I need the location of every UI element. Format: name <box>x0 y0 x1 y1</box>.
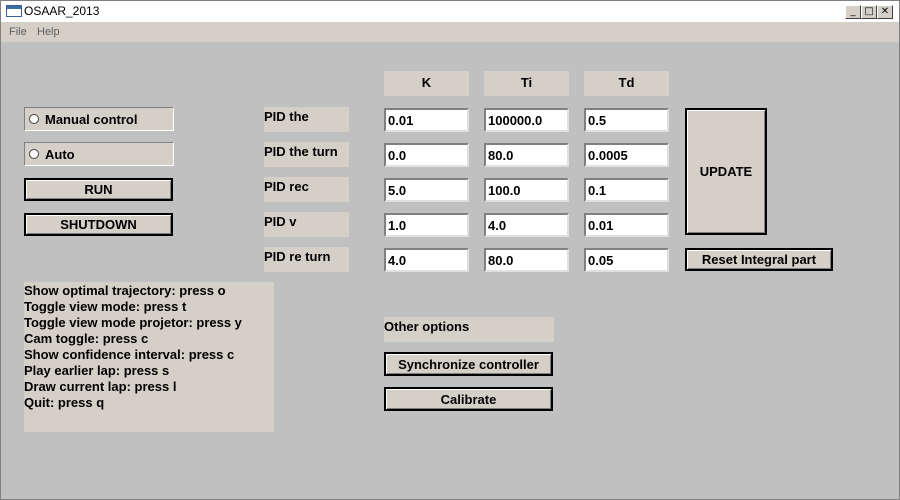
pid-re-turn-ti-input[interactable]: 80.0 <box>484 248 569 272</box>
pid-label-the-turn: PID the turn <box>264 142 349 167</box>
pid-label-re-turn: PID re turn <box>264 247 349 272</box>
help-line: Show optimal trajectory: press o <box>24 283 226 298</box>
keyboard-help-panel: Show optimal trajectory: press o Toggle … <box>24 282 274 432</box>
calibrate-button[interactable]: Calibrate <box>384 387 553 411</box>
pid-the-td-input[interactable]: 0.5 <box>584 108 669 132</box>
help-line: Cam toggle: press c <box>24 331 149 346</box>
pid-the-turn-k-input[interactable]: 0.0 <box>384 143 469 167</box>
window-title: OSAAR_2013 <box>24 4 100 18</box>
header-k: K <box>384 71 469 96</box>
help-line: Show confidence interval: press c <box>24 347 235 362</box>
reset-integral-button[interactable]: Reset Integral part <box>685 248 833 271</box>
menu-bar: File Help <box>0 23 900 42</box>
pid-rec-k-input[interactable]: 5.0 <box>384 178 469 202</box>
pid-the-k-input[interactable]: 0.01 <box>384 108 469 132</box>
manual-control-radio[interactable]: Manual control <box>24 107 174 131</box>
auto-label: Auto <box>45 147 75 162</box>
help-line: Play earlier lap: press s <box>24 363 170 378</box>
other-options-label: Other options <box>384 317 554 342</box>
menu-help[interactable]: Help <box>37 26 60 38</box>
help-line: Toggle view mode: press t <box>24 299 187 314</box>
pid-rec-ti-input[interactable]: 100.0 <box>484 178 569 202</box>
pid-v-td-input[interactable]: 0.01 <box>584 213 669 237</box>
synchronize-controller-button[interactable]: Synchronize controller <box>384 352 553 376</box>
shutdown-button[interactable]: SHUTDOWN <box>24 213 173 236</box>
pid-the-turn-ti-input[interactable]: 80.0 <box>484 143 569 167</box>
header-td: Td <box>584 71 669 96</box>
header-ti: Ti <box>484 71 569 96</box>
help-line: Toggle view mode projetor: press y <box>24 315 242 330</box>
auto-radio[interactable]: Auto <box>24 142 174 166</box>
pid-label-v: PID v <box>264 212 349 237</box>
run-button[interactable]: RUN <box>24 178 173 201</box>
app-window-icon <box>6 5 22 17</box>
radio-icon <box>29 114 39 124</box>
pid-label-the: PID the <box>264 107 349 132</box>
pid-rec-td-input[interactable]: 0.1 <box>584 178 669 202</box>
close-button[interactable]: ✕ <box>877 5 893 19</box>
maximize-button[interactable]: □ <box>861 5 877 19</box>
pid-label-rec: PID rec <box>264 177 349 202</box>
minimize-button[interactable]: _ <box>845 5 861 19</box>
pid-re-turn-td-input[interactable]: 0.05 <box>584 248 669 272</box>
help-line: Draw current lap: press l <box>24 379 177 394</box>
pid-the-ti-input[interactable]: 100000.0 <box>484 108 569 132</box>
pid-the-turn-td-input[interactable]: 0.0005 <box>584 143 669 167</box>
menu-file[interactable]: File <box>9 26 27 38</box>
pid-re-turn-k-input[interactable]: 4.0 <box>384 248 469 272</box>
radio-icon <box>29 149 39 159</box>
update-button[interactable]: UPDATE <box>685 108 767 235</box>
manual-control-label: Manual control <box>45 112 138 127</box>
pid-v-k-input[interactable]: 1.0 <box>384 213 469 237</box>
title-bar: OSAAR_2013 _ □ ✕ <box>0 0 900 23</box>
pid-v-ti-input[interactable]: 4.0 <box>484 213 569 237</box>
help-line: Quit: press q <box>24 395 105 410</box>
